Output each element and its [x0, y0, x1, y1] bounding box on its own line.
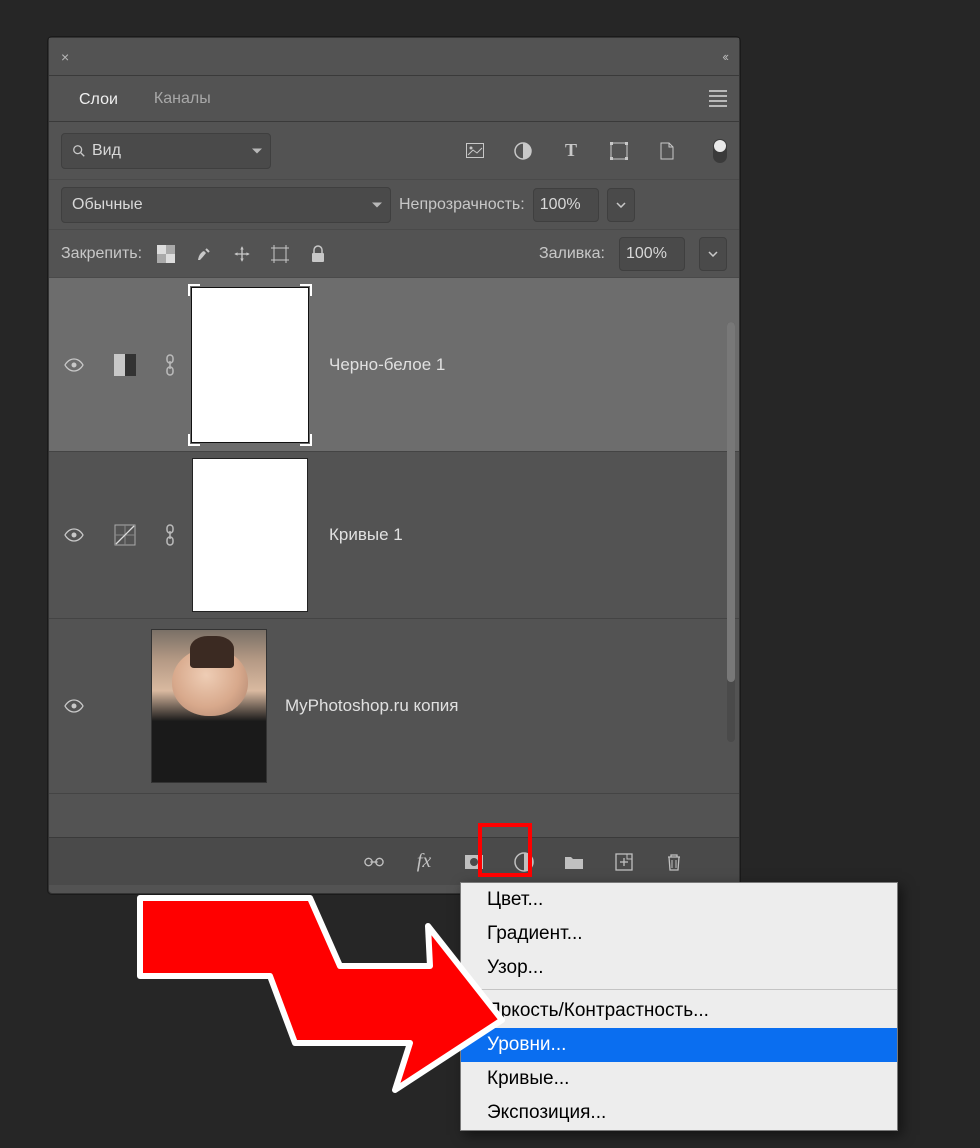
lock-paint-icon[interactable]: [194, 244, 214, 264]
panel-tabs: Слои Каналы: [49, 76, 739, 122]
layer-row[interactable]: Кривые 1: [49, 452, 739, 619]
menu-item-pattern[interactable]: Узор...: [461, 951, 897, 985]
menu-divider: [461, 989, 897, 990]
lock-artboard-icon[interactable]: [270, 244, 290, 264]
adjustment-layer-menu: Цвет... Градиент... Узор... Яркость/Конт…: [460, 882, 898, 1131]
layer-name[interactable]: MyPhotoshop.ru копия: [267, 696, 459, 716]
menu-item-exposure[interactable]: Экспозиция...: [461, 1096, 897, 1130]
visibility-icon[interactable]: [49, 358, 99, 372]
opacity-caret[interactable]: [607, 188, 635, 222]
blend-mode-select[interactable]: Обычные: [61, 187, 391, 223]
menu-item-color[interactable]: Цвет...: [461, 883, 897, 917]
collapse-icon[interactable]: ‹‹: [722, 49, 727, 64]
filter-kind-select[interactable]: Вид: [61, 133, 271, 169]
layer-name[interactable]: Черно-белое 1: [311, 355, 445, 375]
layer-row[interactable]: Черно-белое 1: [49, 278, 739, 452]
mask-link-icon[interactable]: [151, 354, 189, 376]
new-group-icon[interactable]: [564, 852, 584, 872]
lock-transparency-icon[interactable]: [156, 244, 176, 264]
menu-item-curves[interactable]: Кривые...: [461, 1062, 897, 1096]
annotation-arrow: [130, 878, 510, 1098]
layer-row[interactable]: MyPhotoshop.ru копия: [49, 619, 739, 794]
lock-position-icon[interactable]: [232, 244, 252, 264]
layers-list: Черно-белое 1 Кривые 1 MyPhotoshop.ru ко…: [49, 278, 739, 814]
fill-input[interactable]: 100%: [619, 237, 685, 271]
link-layers-icon[interactable]: [364, 852, 384, 872]
delete-layer-icon[interactable]: [664, 852, 684, 872]
lock-label: Закрепить:: [61, 245, 142, 263]
tab-channels[interactable]: Каналы: [136, 78, 229, 120]
tab-layers[interactable]: Слои: [61, 79, 136, 121]
fill-label: Заливка:: [539, 245, 605, 263]
add-mask-icon[interactable]: [464, 852, 484, 872]
layers-panel: × ‹‹ Слои Каналы Вид T: [48, 37, 740, 894]
mask-link-icon[interactable]: [151, 524, 189, 546]
panel-titlebar: × ‹‹: [49, 38, 739, 76]
search-icon: [72, 144, 86, 158]
layers-bottom-toolbar: fx: [49, 837, 739, 885]
new-adjustment-layer-icon[interactable]: [514, 852, 534, 872]
opacity-input[interactable]: 100%: [533, 188, 599, 222]
layer-thumbnail[interactable]: [151, 629, 267, 783]
layer-mask-thumb[interactable]: [189, 288, 311, 442]
panel-menu-icon[interactable]: [709, 90, 727, 107]
lock-all-icon[interactable]: [308, 244, 328, 264]
filter-type-icon[interactable]: T: [561, 141, 581, 161]
visibility-icon[interactable]: [49, 528, 99, 542]
filter-toggle[interactable]: [713, 139, 727, 163]
menu-item-levels[interactable]: Уровни...: [461, 1028, 897, 1062]
blend-row: Обычные Непрозрачность: 100%: [49, 180, 739, 230]
visibility-icon[interactable]: [49, 699, 99, 713]
filter-adjustment-icon[interactable]: [513, 141, 533, 161]
layer-filter-row: Вид T: [49, 122, 739, 180]
filter-smartobject-icon[interactable]: [657, 141, 677, 161]
filter-pixel-icon[interactable]: [465, 141, 485, 161]
new-layer-icon[interactable]: [614, 852, 634, 872]
layer-effects-icon[interactable]: fx: [414, 852, 434, 872]
layer-mask-thumb[interactable]: [189, 458, 311, 612]
opacity-label: Непрозрачность:: [399, 196, 525, 214]
lock-row: Закрепить: Заливка: 100%: [49, 230, 739, 278]
adjustment-bw-icon: [99, 354, 151, 376]
menu-item-brightness[interactable]: Яркость/Контрастность...: [461, 994, 897, 1028]
adjustment-curves-icon: [99, 524, 151, 546]
layers-scrollbar[interactable]: [727, 322, 735, 742]
close-icon[interactable]: ×: [61, 49, 69, 65]
filter-shape-icon[interactable]: [609, 141, 629, 161]
scrollbar-thumb[interactable]: [727, 322, 735, 682]
fill-caret[interactable]: [699, 237, 727, 271]
layer-name[interactable]: Кривые 1: [311, 525, 403, 545]
menu-item-gradient[interactable]: Градиент...: [461, 917, 897, 951]
